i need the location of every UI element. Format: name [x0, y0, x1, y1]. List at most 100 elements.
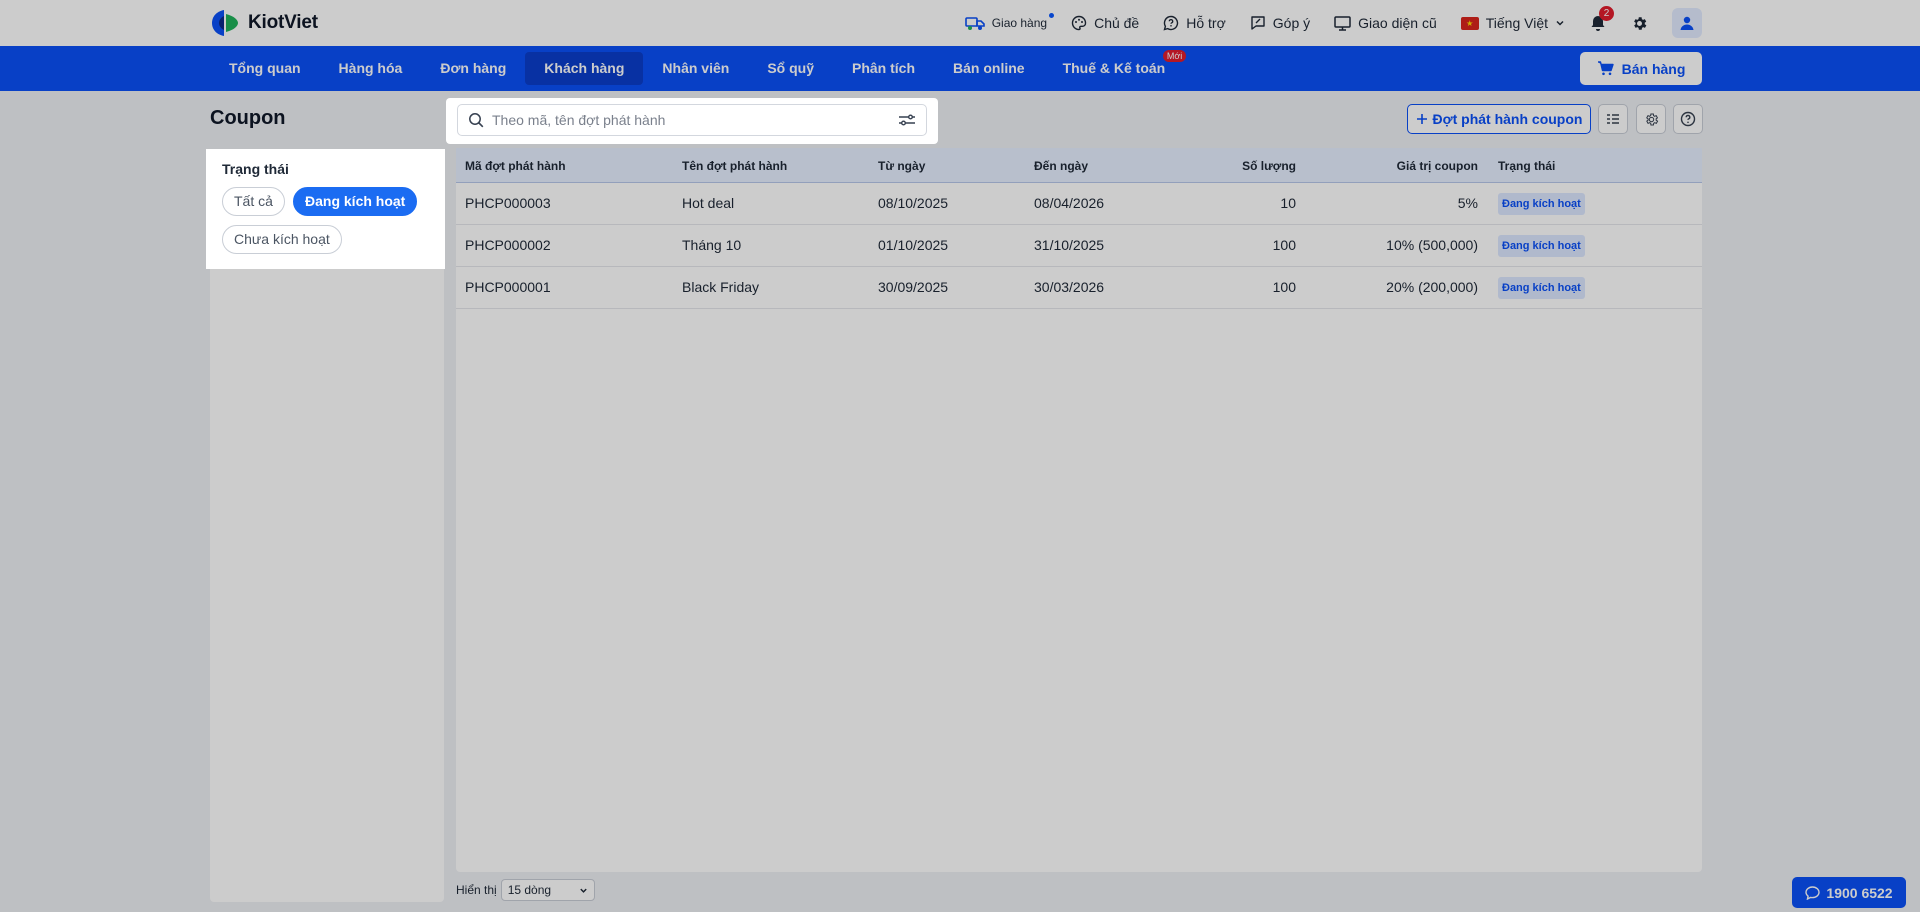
table-row[interactable]: PHCP000003 Hot deal 08/10/2025 08/04/202… — [456, 183, 1702, 225]
cell-to: 08/04/2026 — [1034, 195, 1105, 211]
old-ui-label: Giao diện cũ — [1358, 15, 1437, 31]
top-bar: KiotViet Giao hàng Chủ đề Hỗ trợ Góp ý G… — [0, 0, 1920, 46]
status-filter-title: Trạng thái — [222, 161, 289, 177]
col-status-header[interactable]: Trạng thái — [1498, 159, 1555, 173]
chevron-down-icon — [579, 888, 587, 893]
cell-name: Black Friday — [682, 279, 760, 295]
col-qty-header[interactable]: Số lượng — [1242, 159, 1296, 173]
col-to-header[interactable]: Đến ngày — [1034, 159, 1088, 173]
nav-ban-online[interactable]: Bán online — [934, 52, 1044, 85]
table-header: Mã đợt phát hành Tên đợt phát hành Từ ng… — [456, 148, 1702, 183]
search-box — [457, 104, 927, 136]
cell-to: 31/10/2025 — [1034, 237, 1105, 253]
cell-name: Tháng 10 — [682, 237, 742, 253]
list-view-icon — [1607, 114, 1619, 124]
page-size-label: Hiển thị — [456, 883, 497, 897]
delivery-dot — [1049, 13, 1055, 18]
delivery-truck-icon — [964, 17, 985, 30]
col-value-header[interactable]: Giá trị coupon — [1397, 159, 1478, 173]
language-selector[interactable]: ★ Tiếng Việt — [1460, 15, 1565, 31]
page-title: Coupon — [210, 107, 286, 129]
main-nav-bar: Tổng quan Hàng hóa Đơn hàng Khách hàng N… — [0, 46, 1920, 91]
nav-thue-ke-toan-label: Thuế & Kế toán — [1062, 60, 1166, 76]
cell-value: 10% (500,000) — [1386, 237, 1478, 253]
col-name-header[interactable]: Tên đợt phát hành — [682, 159, 787, 173]
cell-from: 30/09/2025 — [878, 279, 949, 295]
search-input[interactable] — [492, 112, 890, 128]
col-from-header[interactable]: Từ ngày — [878, 159, 925, 173]
column-view-button[interactable] — [1598, 104, 1628, 134]
feedback-link[interactable]: Góp ý — [1250, 15, 1310, 31]
filter-inactive-chip[interactable]: Chưa kích hoạt — [222, 225, 342, 254]
hotline-button[interactable]: 1900 6522 — [1792, 877, 1906, 908]
user-icon — [1680, 16, 1694, 30]
old-ui-link[interactable]: Giao diện cũ — [1334, 15, 1437, 31]
theme-link[interactable]: Chủ đề — [1071, 15, 1139, 31]
page-size-value: 15 dòng — [507, 883, 552, 897]
plus-icon — [1416, 114, 1427, 124]
status-badge: Đang kích hoạt — [1498, 193, 1585, 215]
support-label: Hỗ trợ — [1186, 15, 1226, 31]
page-size-select[interactable]: 15 dòng — [500, 879, 595, 901]
user-avatar[interactable] — [1672, 8, 1702, 38]
top-actions: Giao hàng Chủ đề Hỗ trợ Góp ý Giao diện … — [964, 0, 1702, 46]
col-code-header[interactable]: Mã đợt phát hành — [465, 159, 566, 173]
nav-so-quy[interactable]: Sổ quỹ — [748, 52, 833, 85]
new-badge: Mới — [1162, 50, 1187, 62]
status-badge-label: Đang kích hoạt — [1498, 235, 1585, 257]
cell-qty: 100 — [1272, 279, 1296, 295]
feedback-icon — [1251, 16, 1265, 30]
nav-thue-ke-toan[interactable]: Thuế & Kế toán Mới — [1044, 50, 1187, 85]
table-row[interactable]: PHCP000002 Tháng 10 01/10/2025 31/10/202… — [456, 225, 1702, 267]
cell-from: 08/10/2025 — [878, 195, 949, 211]
nav-hang-hoa[interactable]: Hàng hóa — [320, 52, 422, 85]
language-label: Tiếng Việt — [1485, 15, 1548, 31]
table-row[interactable]: PHCP000001 Black Friday 30/09/2025 30/03… — [456, 267, 1702, 309]
delivery-label: Giao hàng — [991, 16, 1048, 30]
nav-phan-tich[interactable]: Phân tích — [833, 52, 934, 85]
cell-qty: 10 — [1280, 195, 1296, 211]
status-badge-label: Đang kích hoạt — [1498, 193, 1585, 215]
brand-name: KiotViet — [248, 12, 318, 33]
nav-nhan-vien[interactable]: Nhân viên — [643, 52, 748, 85]
sell-button[interactable]: Bán hàng — [1580, 52, 1702, 85]
palette-icon — [1071, 15, 1087, 31]
chevron-down-icon — [1556, 20, 1564, 26]
cell-value: 5% — [1457, 195, 1478, 211]
cart-icon — [1597, 61, 1614, 76]
help-button[interactable] — [1673, 104, 1703, 134]
cell-code: PHCP000001 — [465, 279, 551, 295]
hotline-number: 1900 6522 — [1826, 884, 1893, 901]
status-badge-label: Đang kích hoạt — [1498, 277, 1585, 299]
add-coupon-batch-label: Đợt phát hành coupon — [1432, 111, 1583, 127]
cell-value: 20% (200,000) — [1386, 279, 1478, 295]
status-filter: Trạng thái Tất cả Đang kích hoạt Chưa kí… — [206, 149, 445, 269]
gear-icon — [1634, 16, 1647, 30]
notification-count-badge: 2 — [1599, 6, 1614, 21]
delivery-link[interactable]: Giao hàng — [964, 13, 1055, 31]
support-link[interactable]: Hỗ trợ — [1163, 15, 1226, 31]
cell-name: Hot deal — [682, 195, 735, 211]
search-icon — [469, 113, 484, 128]
monitor-icon — [1334, 15, 1351, 31]
status-badge: Đang kích hoạt — [1498, 235, 1585, 257]
status-badge: Đang kích hoạt — [1498, 277, 1585, 299]
gear-icon — [1645, 113, 1658, 125]
add-coupon-batch-button[interactable]: Đợt phát hành coupon — [1407, 104, 1591, 134]
nav-khach-hang[interactable]: Khách hàng — [525, 52, 644, 85]
kiotviet-logo-icon — [210, 8, 240, 38]
table-settings-button[interactable] — [1636, 104, 1666, 134]
chat-help-icon — [1163, 15, 1179, 31]
filter-settings-icon[interactable] — [898, 112, 916, 128]
brand-logo[interactable]: KiotViet — [210, 8, 318, 38]
nav-don-hang[interactable]: Đơn hàng — [421, 52, 525, 85]
filter-active-chip[interactable]: Đang kích hoạt — [293, 187, 418, 216]
filter-all-chip[interactable]: Tất cả — [222, 187, 285, 216]
main-nav: Tổng quan Hàng hóa Đơn hàng Khách hàng N… — [210, 46, 1187, 91]
settings-button[interactable] — [1631, 15, 1648, 32]
coupon-table: Mã đợt phát hành Tên đợt phát hành Từ ng… — [456, 148, 1702, 872]
cell-to: 30/03/2026 — [1034, 279, 1105, 295]
help-icon — [1680, 111, 1696, 127]
notifications-button[interactable]: 2 — [1589, 6, 1614, 32]
nav-tong-quan[interactable]: Tổng quan — [210, 52, 320, 85]
